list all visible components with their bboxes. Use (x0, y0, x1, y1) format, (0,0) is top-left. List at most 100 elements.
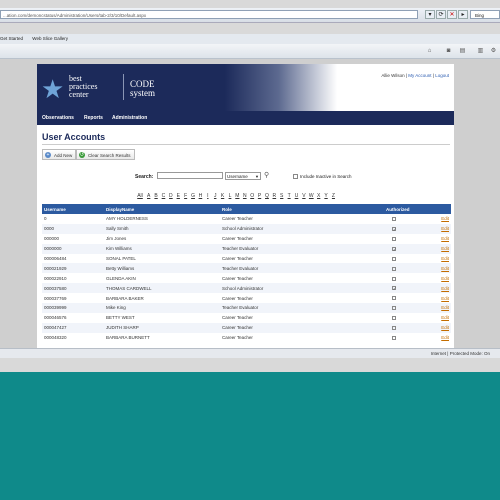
col-username[interactable]: Username (42, 204, 104, 214)
alpha-filter-y[interactable]: Y (322, 193, 329, 199)
cell-username: 0000000 (42, 243, 104, 254)
table-row: 0 AMY HOLDERNESS Career Teacher Edit (42, 214, 451, 224)
go-dropdown-icon[interactable]: ▾ (425, 10, 435, 19)
cell-authorized (384, 313, 438, 323)
cell-role: Career Teacher (222, 236, 253, 242)
feeds-icon[interactable]: ◙ (444, 47, 453, 55)
address-bar: ...ation.com/demoncstatus/Administration… (0, 8, 500, 23)
edit-link[interactable]: Edit (438, 303, 451, 313)
search-box[interactable]: Bing (470, 10, 500, 19)
edit-link[interactable]: Edit (438, 322, 451, 333)
authorized-checkbox (392, 276, 396, 281)
alpha-filter-q[interactable]: Q (263, 193, 270, 199)
cell-username: 0 (44, 216, 47, 222)
table-row: 0000000 Kim Williams Teacher Evaluator ✓ Edi… (42, 243, 451, 254)
alpha-filter-i[interactable]: I (204, 193, 211, 199)
cell-username: 000037769 (44, 295, 67, 301)
col-role[interactable]: Role (220, 204, 384, 214)
refresh-icon[interactable]: ⟳ (436, 10, 446, 19)
nav-administration[interactable]: Administration (112, 111, 147, 125)
edit-link[interactable]: Edit (438, 234, 451, 244)
add-new-button[interactable]: + Add New (42, 149, 77, 160)
edit-link[interactable]: Edit (438, 313, 451, 323)
col-actions (438, 204, 451, 214)
url-field[interactable]: ...ation.com/demoncstatus/Administration… (0, 10, 418, 19)
include-inactive-checkbox[interactable] (293, 174, 298, 179)
favorite-get-started[interactable]: Get Started (0, 36, 23, 41)
table-row: 0000 Sally Smith School Administrator ✓ Edit (42, 223, 451, 234)
include-inactive-label: Include Inactive in Search (300, 174, 352, 179)
alpha-filter-f[interactable]: F (182, 193, 189, 199)
cell-role: Career Teacher (222, 295, 253, 301)
alpha-filter-p[interactable]: P (256, 193, 263, 199)
edit-link[interactable]: Edit (438, 333, 451, 343)
cell-displayname: BETTY WEST (106, 315, 135, 321)
table-row: 000046576 BETTY WEST Career Teacher Edit (42, 313, 451, 323)
nav-reports[interactable]: Reports (84, 111, 103, 125)
alpha-filter-s[interactable]: S (278, 193, 285, 199)
table-header-row: Username DisplayName Role Authorized (42, 204, 451, 214)
clear-search-button[interactable]: ↺ Clear Search Results (76, 149, 135, 160)
logo-text: best practices center (69, 74, 98, 99)
alpha-filter-k[interactable]: K (219, 193, 226, 199)
alpha-filter-m[interactable]: M (234, 193, 241, 199)
cell-displayname: BARBARA BAKER (106, 295, 144, 301)
search-field-select[interactable]: Username ▼ (225, 172, 261, 180)
user-accounts-table: Username DisplayName Role Authorized 0 AM… (42, 204, 451, 343)
alpha-filter-h[interactable]: H (197, 193, 204, 199)
page-menu-icon[interactable]: ▥ (476, 47, 485, 55)
logout-link[interactable]: Logout (435, 73, 449, 78)
edit-link[interactable]: Edit (438, 263, 451, 274)
table-row: 000022910 GLENDA AKIN Career Teacher Edit (42, 273, 451, 283)
alpha-filter-u[interactable]: U (293, 193, 300, 199)
alpha-filter-e[interactable]: E (175, 193, 182, 199)
alpha-filter-x[interactable]: X (315, 193, 322, 199)
cell-authorized (384, 254, 438, 264)
alpha-filter-b[interactable]: B (152, 193, 159, 199)
authorized-checkbox (392, 306, 396, 311)
home-icon[interactable]: ⌂ (425, 47, 434, 55)
alpha-filter-g[interactable]: G (189, 193, 196, 199)
alpha-filter-w[interactable]: W (308, 193, 315, 199)
logo-divider (123, 74, 124, 100)
edit-link[interactable]: Edit (438, 254, 451, 264)
tools-menu-icon[interactable]: ⚙ (489, 47, 498, 55)
edit-link[interactable]: Edit (438, 283, 451, 294)
table-row: 000048320 BARBARA BURNETT Career Teacher Ed… (42, 333, 451, 343)
cell-role: Teacher Evaluator (220, 303, 384, 313)
cell-displayname: Jim Jones (106, 236, 127, 242)
alpha-filter-o[interactable]: O (248, 193, 255, 199)
col-authorized[interactable]: Authorized (384, 204, 438, 214)
compat-view-icon[interactable]: ▸ (458, 10, 468, 19)
authorized-checkbox (392, 296, 396, 301)
alpha-filter-z[interactable]: Z (330, 193, 337, 199)
alpha-filter-n[interactable]: N (241, 193, 248, 199)
edit-link[interactable]: Edit (438, 214, 451, 224)
edit-link[interactable]: Edit (438, 293, 451, 303)
authorized-checkbox: ✓ (392, 286, 397, 292)
edit-link[interactable]: Edit (438, 273, 451, 283)
cell-authorized (384, 273, 438, 283)
col-displayname[interactable]: DisplayName (104, 204, 220, 214)
print-icon[interactable]: ▤ (458, 47, 467, 55)
alpha-filter-r[interactable]: R (271, 193, 278, 199)
alpha-filter-l[interactable]: L (226, 193, 233, 199)
alpha-filter-all[interactable]: All (135, 193, 145, 199)
search-icon[interactable]: ⚲ (264, 171, 269, 180)
alpha-filter-d[interactable]: D (167, 193, 174, 199)
alpha-filter-j[interactable]: J (212, 193, 219, 199)
search-input[interactable] (157, 172, 223, 179)
favorite-web-slice-gallery[interactable]: Web Slice Gallery (32, 36, 68, 41)
edit-link[interactable]: Edit (438, 223, 451, 234)
my-account-link[interactable]: My Account (408, 73, 431, 78)
alpha-filter-v[interactable]: V (300, 193, 307, 199)
alpha-filter-c[interactable]: C (160, 193, 167, 199)
alpha-filter-t[interactable]: T (285, 193, 292, 199)
edit-link[interactable]: Edit (438, 243, 451, 254)
alphabet-filter: All A B C D E F G H I J K L M N O P Q R S T U V W X Y Z (135, 193, 337, 199)
alpha-filter-a[interactable]: A (145, 193, 152, 199)
stop-icon[interactable]: ✕ (447, 10, 457, 19)
nav-observations[interactable]: Observations (42, 111, 74, 125)
cell-username: 000037580 (42, 283, 104, 294)
cell-displayname: Sally Smith (104, 223, 220, 234)
